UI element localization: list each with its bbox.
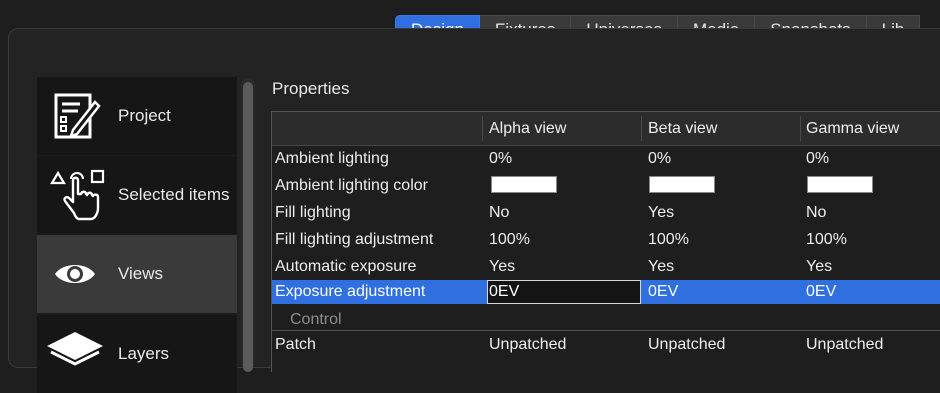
column-header-beta[interactable]: Beta view xyxy=(648,120,717,138)
cell-value[interactable]: 0EV xyxy=(648,283,678,301)
column-divider[interactable] xyxy=(641,116,642,141)
row-label: Automatic exposure xyxy=(275,258,417,275)
color-swatch[interactable] xyxy=(491,176,557,193)
cell-value[interactable]: 0% xyxy=(806,150,829,168)
cell-value[interactable]: Unpatched xyxy=(648,336,725,354)
eye-icon xyxy=(45,244,105,304)
sidebar-item-label: Selected items xyxy=(118,185,230,204)
sidebar-scroll-thumb[interactable] xyxy=(243,82,253,372)
grid-header: Alpha view Beta view Gamma view xyxy=(272,112,940,146)
section-header-control[interactable]: Control xyxy=(290,311,342,329)
sidebar-item-label: Views xyxy=(118,264,164,283)
project-icon xyxy=(45,86,105,146)
cell-value[interactable]: 0% xyxy=(489,150,512,168)
table-row[interactable]: Fill lighting adjustment 100% 100% 100% xyxy=(272,227,940,254)
cell-value[interactable]: No xyxy=(489,204,509,222)
column-divider[interactable] xyxy=(800,116,801,141)
layers-icon xyxy=(45,324,105,384)
sidebar-item-label: Project xyxy=(118,106,171,125)
row-label: Fill lighting xyxy=(275,204,351,221)
row-label: Ambient lighting xyxy=(275,150,389,167)
cell-value[interactable]: Unpatched xyxy=(806,336,883,354)
color-swatch[interactable] xyxy=(649,176,715,193)
table-row[interactable]: Ambient lighting 0% 0% 0% xyxy=(272,146,940,173)
row-label: Patch xyxy=(275,336,316,353)
sidebar-item-project[interactable]: Project xyxy=(37,77,237,155)
cell-value[interactable]: No xyxy=(806,204,826,222)
cell-value[interactable]: Yes xyxy=(648,204,674,222)
column-header-gamma[interactable]: Gamma view xyxy=(806,120,899,138)
cell-value[interactable]: Yes xyxy=(648,258,674,276)
row-label: Ambient lighting color xyxy=(275,177,428,194)
table-row[interactable]: Fill lighting No Yes No xyxy=(272,200,940,227)
table-row[interactable]: Automatic exposure Yes Yes Yes xyxy=(272,254,940,281)
table-row[interactable]: Patch Unpatched Unpatched Unpatched xyxy=(272,333,940,360)
cell-value-editing[interactable]: 0EV xyxy=(489,283,519,301)
cell-value[interactable]: 0% xyxy=(648,150,671,168)
column-divider[interactable] xyxy=(482,116,483,141)
column-header-alpha[interactable]: Alpha view xyxy=(489,120,566,138)
cell-value[interactable]: 0EV xyxy=(806,283,836,301)
cell-value[interactable]: 100% xyxy=(648,231,689,249)
table-row-selected[interactable]: Exposure adjustment 0EV 0EV 0EV xyxy=(272,280,940,304)
properties-title: Properties xyxy=(272,79,350,98)
cell-value[interactable]: Unpatched xyxy=(489,336,566,354)
cell-value[interactable]: 100% xyxy=(806,231,847,249)
cell-value[interactable]: 100% xyxy=(489,231,530,249)
row-label: Exposure adjustment xyxy=(275,283,426,300)
sidebar: Project Selected items Views Layers xyxy=(37,77,237,393)
cell-value[interactable]: Yes xyxy=(489,258,515,276)
row-label: Fill lighting adjustment xyxy=(275,231,434,248)
selection-icon xyxy=(45,165,105,225)
section-divider xyxy=(272,330,940,331)
table-row[interactable]: Ambient lighting color xyxy=(272,173,940,200)
sidebar-item-selected-items[interactable]: Selected items xyxy=(37,156,237,234)
color-swatch[interactable] xyxy=(807,176,873,193)
properties-grid: Alpha view Beta view Gamma view Ambient … xyxy=(271,111,940,372)
sidebar-item-label: Layers xyxy=(118,344,170,363)
sidebar-item-layers[interactable]: Layers xyxy=(37,315,237,393)
sidebar-item-views[interactable]: Views xyxy=(37,235,237,313)
cell-value[interactable]: Yes xyxy=(806,258,832,276)
